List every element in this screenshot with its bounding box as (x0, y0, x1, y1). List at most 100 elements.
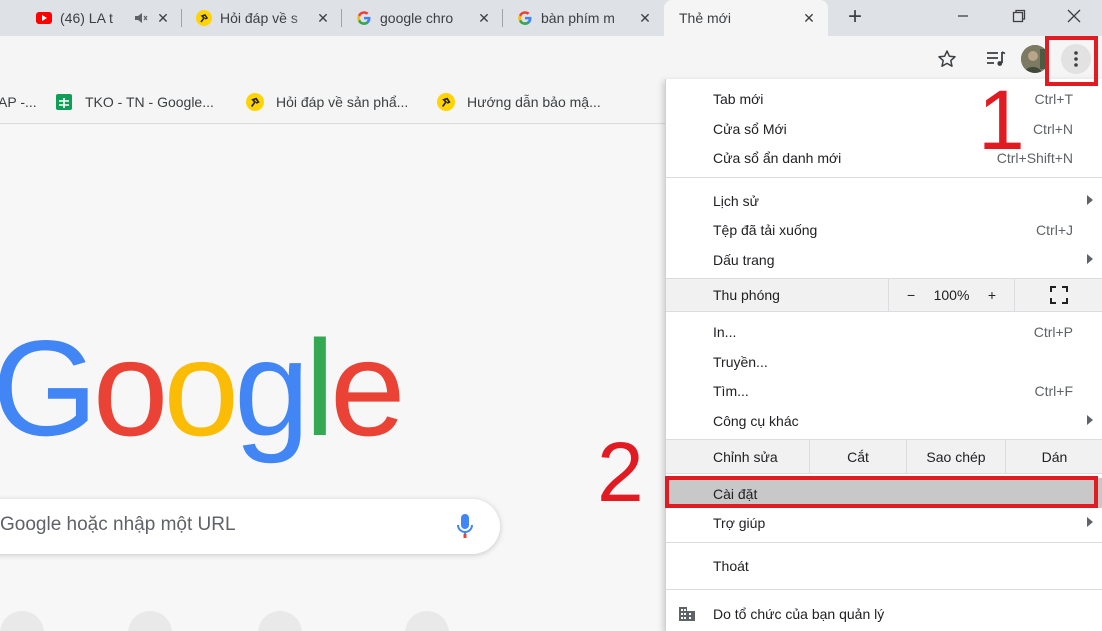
menu-item-help[interactable]: Trợ giúp (666, 507, 1102, 537)
zoom-in-button[interactable]: + (988, 287, 996, 303)
close-tab-icon[interactable]: ✕ (314, 10, 332, 27)
logo-letter: o (92, 312, 169, 464)
menu-item-new-window[interactable]: Cửa sổ Mới Ctrl+N (666, 113, 1102, 143)
logo-letter: G (0, 312, 98, 464)
menu-item-label: Do tổ chức của bạn quản lý (713, 606, 885, 622)
youtube-icon (36, 12, 52, 24)
minimize-button[interactable] (935, 0, 991, 32)
close-tab-icon[interactable]: ✕ (475, 10, 493, 27)
new-tab-button[interactable]: + (842, 4, 868, 30)
browser-toolbar (0, 36, 1102, 80)
search-box[interactable]: Google hoặc nhập một URL (0, 499, 500, 554)
paste-button[interactable]: Dán (1005, 440, 1102, 473)
shortcut-tile[interactable] (405, 611, 449, 631)
window-close-button[interactable] (1046, 0, 1102, 32)
zoom-level: 100% (933, 287, 970, 303)
copy-label: Sao chép (926, 448, 986, 465)
menu-item-label: Truyền... (713, 354, 768, 370)
menu-item-label: Tìm... (713, 383, 749, 399)
tab-youtube[interactable]: (46) LA t ✕ (22, 0, 182, 36)
close-tab-icon[interactable]: ✕ (800, 10, 818, 27)
menu-item-new-tab[interactable]: Tab mới Ctrl+T (666, 83, 1102, 113)
muted-speaker-icon[interactable] (134, 11, 148, 25)
sheets-icon (56, 94, 72, 110)
tab-title: (46) LA t (60, 10, 113, 26)
shortcut-text: Ctrl+N (1032, 121, 1073, 137)
tab-title: google chro (380, 10, 454, 26)
shortcut-text: Ctrl+T (1034, 91, 1074, 107)
tab-ban-phim[interactable]: bàn phím m ✕ (503, 0, 664, 36)
menu-item-managed[interactable]: Do tổ chức của bạn quản lý (666, 598, 1102, 628)
tab-google-chrome[interactable]: google chro ✕ (342, 0, 503, 36)
menu-item-label: Trợ giúp (713, 515, 766, 531)
shortcut-tile[interactable] (0, 611, 44, 631)
bookmark-item[interactable]: Hướng dẫn bảo mậ... (437, 92, 601, 112)
menu-item-bookmarks[interactable]: Dấu trang (666, 244, 1102, 274)
menu-divider (666, 177, 1102, 178)
star-icon (938, 50, 956, 67)
menu-item-find[interactable]: Tìm... Ctrl+F (666, 375, 1102, 405)
logo-letter: o (163, 312, 239, 464)
zoom-controls: − 100% + (888, 279, 1014, 311)
menu-divider (666, 542, 1102, 543)
media-control-button[interactable] (981, 44, 1011, 74)
tab-new-tab[interactable]: Thẻ mới ✕ (664, 0, 828, 36)
submenu-arrow-icon (1087, 517, 1093, 527)
cut-button[interactable]: Cắt (809, 440, 906, 473)
google-icon (357, 11, 371, 25)
menu-item-downloads[interactable]: Tệp đã tải xuống Ctrl+J (666, 214, 1102, 244)
minimize-icon (958, 15, 968, 17)
building-icon (679, 607, 695, 621)
fullscreen-icon (1050, 286, 1068, 304)
menu-item-history[interactable]: Lịch sử (666, 185, 1102, 215)
bookmark-item[interactable]: Hỏi đáp về sản phẩ... (246, 92, 408, 112)
copy-button[interactable]: Sao chép (906, 440, 1005, 473)
submenu-arrow-icon (1087, 254, 1093, 264)
playlist-music-icon (987, 51, 1006, 66)
menu-item-label: Dấu trang (713, 252, 775, 268)
logo-letter: g (234, 312, 310, 464)
zoom-out-button[interactable]: − (907, 287, 915, 303)
shortcut-tile[interactable] (258, 611, 302, 631)
step-number-1: 1 (978, 73, 1025, 167)
menu-item-print[interactable]: In... Ctrl+P (666, 316, 1102, 346)
search-input[interactable]: Google hoặc nhập một URL (0, 514, 236, 536)
restore-button[interactable] (991, 0, 1047, 32)
logo-letter: e (329, 312, 406, 464)
close-tab-icon[interactable]: ✕ (154, 10, 172, 27)
bookmark-star-button[interactable] (932, 44, 962, 74)
menu-item-exit[interactable]: Thoát (666, 550, 1102, 580)
menu-item-label: Thoát (713, 558, 749, 574)
bookmark-item[interactable]: TKO - TN - Google... (55, 92, 214, 112)
menu-item-more-tools[interactable]: Công cụ khác (666, 405, 1102, 435)
submenu-arrow-icon (1087, 415, 1093, 425)
tgdd-icon (246, 93, 264, 111)
menu-item-label: Lịch sử (713, 193, 759, 209)
shortcut-text: Ctrl+J (1036, 222, 1073, 238)
new-tab-page: Google Google hoặc nhập một URL (0, 125, 665, 631)
close-icon (1067, 9, 1081, 23)
shortcut-tile[interactable] (128, 611, 172, 631)
step-number-2: 2 (597, 425, 644, 519)
tgdd-icon (196, 10, 212, 26)
edit-row: Chỉnh sửa Cắt Sao chép Dán (666, 439, 1102, 474)
menu-divider (666, 589, 1102, 590)
shortcut-text: Ctrl+P (1033, 324, 1073, 340)
tab-title: bàn phím m (541, 10, 615, 26)
shortcut-text: Ctrl+F (1034, 383, 1074, 399)
menu-item-label: Tab mới (713, 91, 764, 107)
tab-hoi-dap[interactable]: Hỏi đáp về s ✕ (182, 0, 342, 36)
paste-label: Dán (1041, 448, 1068, 465)
bookmark-label: TKO - TN - Google... (85, 94, 214, 110)
bookmark-item[interactable]: AP -... (0, 92, 37, 112)
menu-item-incognito[interactable]: Cửa sổ ẩn danh mới Ctrl+Shift+N (666, 142, 1102, 172)
fullscreen-button[interactable] (1014, 279, 1102, 311)
restore-icon (1012, 9, 1026, 23)
tgdd-icon (437, 93, 455, 111)
microphone-icon[interactable] (455, 513, 475, 541)
close-tab-icon[interactable]: ✕ (636, 10, 654, 27)
menu-item-cast[interactable]: Truyền... (666, 346, 1102, 376)
menu-item-label: Công cụ khác (713, 413, 799, 429)
zoom-row: Thu phóng − 100% + (666, 278, 1102, 312)
edit-label: Chỉnh sửa (713, 449, 778, 465)
